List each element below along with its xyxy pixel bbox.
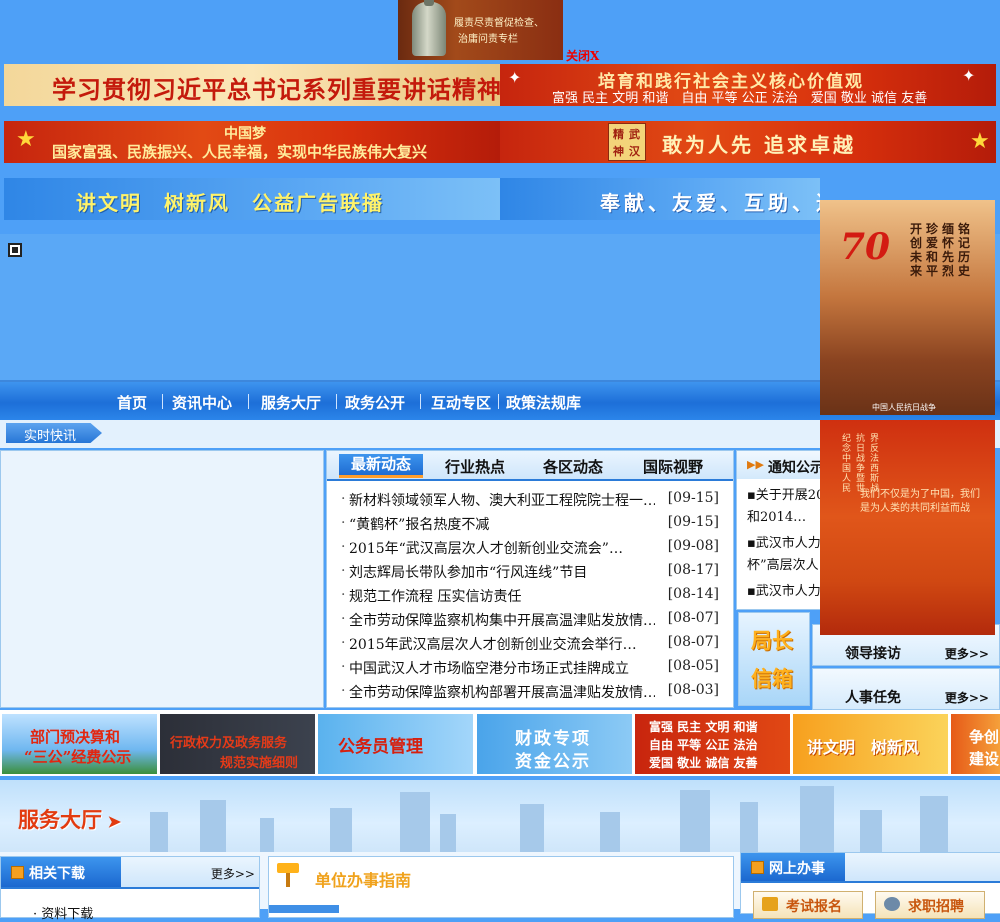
banner-china-dream-text: 国家富强、民族振兴、人民幸福，实现中华民族伟大复兴 [52, 143, 428, 161]
banner-china-dream[interactable]: ★ 中国梦 国家富强、民族振兴、人民幸福，实现中华民族伟大复兴 [4, 121, 500, 163]
poster2-caption: 我们不仅是为了中国，我们是为人类的共同利益而战 [860, 489, 980, 514]
banner-core-values-sub: 富强 民主 文明 和谐 自由 平等 公正 法治 爱国 敬业 诚信 友善 [552, 91, 928, 106]
guide-title: 单位办事指南 [315, 871, 412, 890]
personnel-more-link[interactable]: 更多>> [945, 689, 989, 706]
poster-column: 珍爱和平 [926, 222, 939, 278]
promo-civility[interactable]: 讲文明 树新风 [793, 714, 948, 774]
banner-wuhan-spirit[interactable]: 精 武 神 汉 敢为人先 追求卓越 ★ [500, 121, 996, 163]
download-row[interactable]: · 资料下载 [33, 903, 93, 922]
tab-world-view[interactable]: 国际视野 [643, 456, 703, 477]
personnel-box: 人事任免 更多>> [812, 668, 1000, 710]
banner-speech-spirit[interactable]: 学习贯彻习近平总书记系列重要讲话精神 [4, 64, 500, 106]
broken-plugin-icon [8, 243, 22, 257]
job-recruitment-button[interactable]: 求职招聘 [875, 891, 985, 919]
mailbox-line2: 信箱 [751, 666, 793, 691]
tab-industry-hot[interactable]: 行业热点 [445, 456, 505, 477]
dove-icon: ✦ [508, 68, 522, 87]
top-ad-line2: 治庸问责专栏 [458, 34, 518, 45]
nav-separator [162, 394, 163, 409]
mailbox-line1: 局长 [751, 628, 793, 653]
leader-reception-label: 领导接访 [845, 646, 901, 662]
guide-tab-bar [269, 905, 339, 913]
banner-civility-text: 讲文明 树新风 公益广告联播 [76, 191, 384, 215]
promo-create[interactable]: 争创 建设 [951, 714, 1000, 774]
poster2-column: 界反法西斯战 [870, 434, 880, 494]
anniversary-poster[interactable]: 70 铭记历史 缅怀先烈 珍爱和平 开创未来 中国人民抗日战争 [820, 200, 995, 415]
notice-title: 通知公示 [768, 460, 824, 476]
signpost-icon [277, 861, 299, 887]
nav-separator [498, 394, 499, 409]
promo-special-funds[interactable]: 财政专项 资金公示 [477, 714, 632, 774]
leader-reception-more-link[interactable]: 更多>> [945, 645, 989, 662]
online-services-title: 网上办事 [769, 861, 825, 877]
grid-icon [11, 866, 24, 879]
banner-dedication[interactable]: 奉献、友爱、互助、进步 [500, 178, 820, 220]
close-ad-button[interactable]: 关闭X [566, 47, 599, 64]
poster-footer: 中国人民抗日战争 [872, 403, 936, 412]
promo-core-values[interactable]: 富强 民主 文明 和谐 自由 平等 公正 法治 爱国 敬业 诚信 友善 [635, 714, 790, 774]
star-icon: ★ [16, 127, 36, 152]
news-row[interactable]: · “黄鹤杯”报名热度不减 [09-15] [341, 513, 719, 535]
nav-item-interaction[interactable]: 互动专区 [431, 392, 491, 413]
tab-district-news[interactable]: 各区动态 [543, 456, 603, 477]
poster-column: 铭记历史 [958, 222, 971, 278]
live-news-label: 实时快讯 [6, 423, 102, 443]
anniversary-badge: 70 [840, 226, 891, 268]
downloads-more-link[interactable]: 更多>> [211, 865, 255, 882]
banner-civility-ads[interactable]: 讲文明 树新风 公益广告联播 [4, 178, 500, 220]
news-row[interactable]: · 2015年武汉高层次人才创新创业交流会举行… [08-07] [341, 633, 719, 655]
news-tabs: 最新动态 行业热点 各区动态 国际视野 [327, 451, 733, 481]
bell-icon [412, 0, 446, 56]
service-hall-banner: 服务大厅 ➤ [0, 780, 1000, 852]
dove-icon: ✦ [962, 66, 976, 85]
poster2-column: 抗日战争暨世 [856, 434, 866, 494]
news-row[interactable]: · 全市劳动保障监察机构集中开展高温津贴发放情… [08-07] [341, 609, 719, 631]
poster-column: 缅怀先烈 [942, 222, 955, 278]
banner-dedication-text: 奉献、友爱、互助、进步 [600, 191, 820, 215]
star-icon: ★ [970, 129, 990, 154]
online-services-panel: 网上办事 考试报名 求职招聘 [740, 852, 1000, 919]
promo-admin-power[interactable]: 行政权力及政务服务 规范实施细则 [160, 714, 315, 774]
top-floating-ad[interactable]: 履责尽责督促检查、 治庸问责专栏 [398, 0, 563, 60]
news-row[interactable]: · 刘志辉局长带队参加市“行风连线”节目 [08-17] [341, 561, 719, 583]
nav-separator [248, 394, 249, 409]
personnel-label: 人事任免 [845, 690, 901, 706]
news-row[interactable]: · 全市劳动保障监察机构部署开展高温津贴发放情… [08-03] [341, 681, 719, 703]
poster2-column: 纪念中国人民 [842, 434, 852, 494]
nav-item-news-center[interactable]: 资讯中心 [172, 392, 232, 413]
nav-separator [420, 394, 421, 409]
image-slideshow-area[interactable] [0, 450, 324, 708]
nav-item-service-hall[interactable]: 服务大厅 [261, 392, 321, 413]
poster-column: 开创未来 [910, 222, 923, 278]
news-panel: 最新动态 行业热点 各区动态 国际视野 · 新材料领域领军人物、澳大利亚工程院院士… [326, 450, 734, 708]
nav-item-home[interactable]: 首页 [117, 392, 147, 413]
online-services-header: 网上办事 [741, 853, 1000, 883]
nav-separator [336, 394, 337, 409]
banner-wuhan-spirit-text: 敢为人先 追求卓越 [662, 133, 856, 157]
banner-speech-text: 学习贯彻习近平总书记系列重要讲话精神 [52, 75, 500, 104]
top-ad-line1: 履责尽责督促检查、 [454, 18, 544, 29]
wuhan-spirit-seal: 精 武 神 汉 [608, 123, 646, 161]
news-row[interactable]: · 2015年“武汉高层次人才创新创业交流会”… [09-08] [341, 537, 719, 559]
news-row[interactable]: · 规范工作流程 压实信访责任 [08-14] [341, 585, 719, 607]
nav-item-gov-affairs[interactable]: 政务公开 [345, 392, 405, 413]
banner-china-dream-title: 中国梦 [224, 126, 266, 142]
news-row[interactable]: · 中国武汉人才市场临空港分市场正式挂牌成立 [08-05] [341, 657, 719, 679]
downloads-header: 相关下载 更多>> [1, 857, 259, 889]
service-hall-title: 服务大厅 ➤ [18, 807, 121, 832]
grid-icon [751, 861, 764, 874]
banner-core-values[interactable]: 培育和践行社会主义核心价值观 富强 民主 文明 和谐 自由 平等 公正 法治 爱… [500, 64, 996, 106]
exam-registration-button[interactable]: 考试报名 [753, 891, 863, 919]
promo-civil-servant[interactable]: 公务员管理 [318, 714, 473, 774]
promo-budget-disclosure[interactable]: 部门预决算和 “三公”经费公示 [2, 714, 157, 774]
tab-latest[interactable]: 最新动态 [339, 454, 423, 478]
downloads-title: 相关下载 [29, 866, 85, 882]
news-row[interactable]: · 新材料领域领军人物、澳大利亚工程院院士程一… [09-15] [341, 489, 719, 511]
chief-mailbox-button[interactable]: 局长 信箱 [738, 612, 810, 706]
double-arrow-icon: ▶▶ [747, 458, 764, 471]
memorial-poster[interactable]: 纪念中国人民 抗日战争暨世 界反法西斯战 我们不仅是为了中国，我们是为人类的共同… [820, 420, 995, 635]
nav-item-policy-library[interactable]: 政策法规库 [506, 392, 581, 413]
